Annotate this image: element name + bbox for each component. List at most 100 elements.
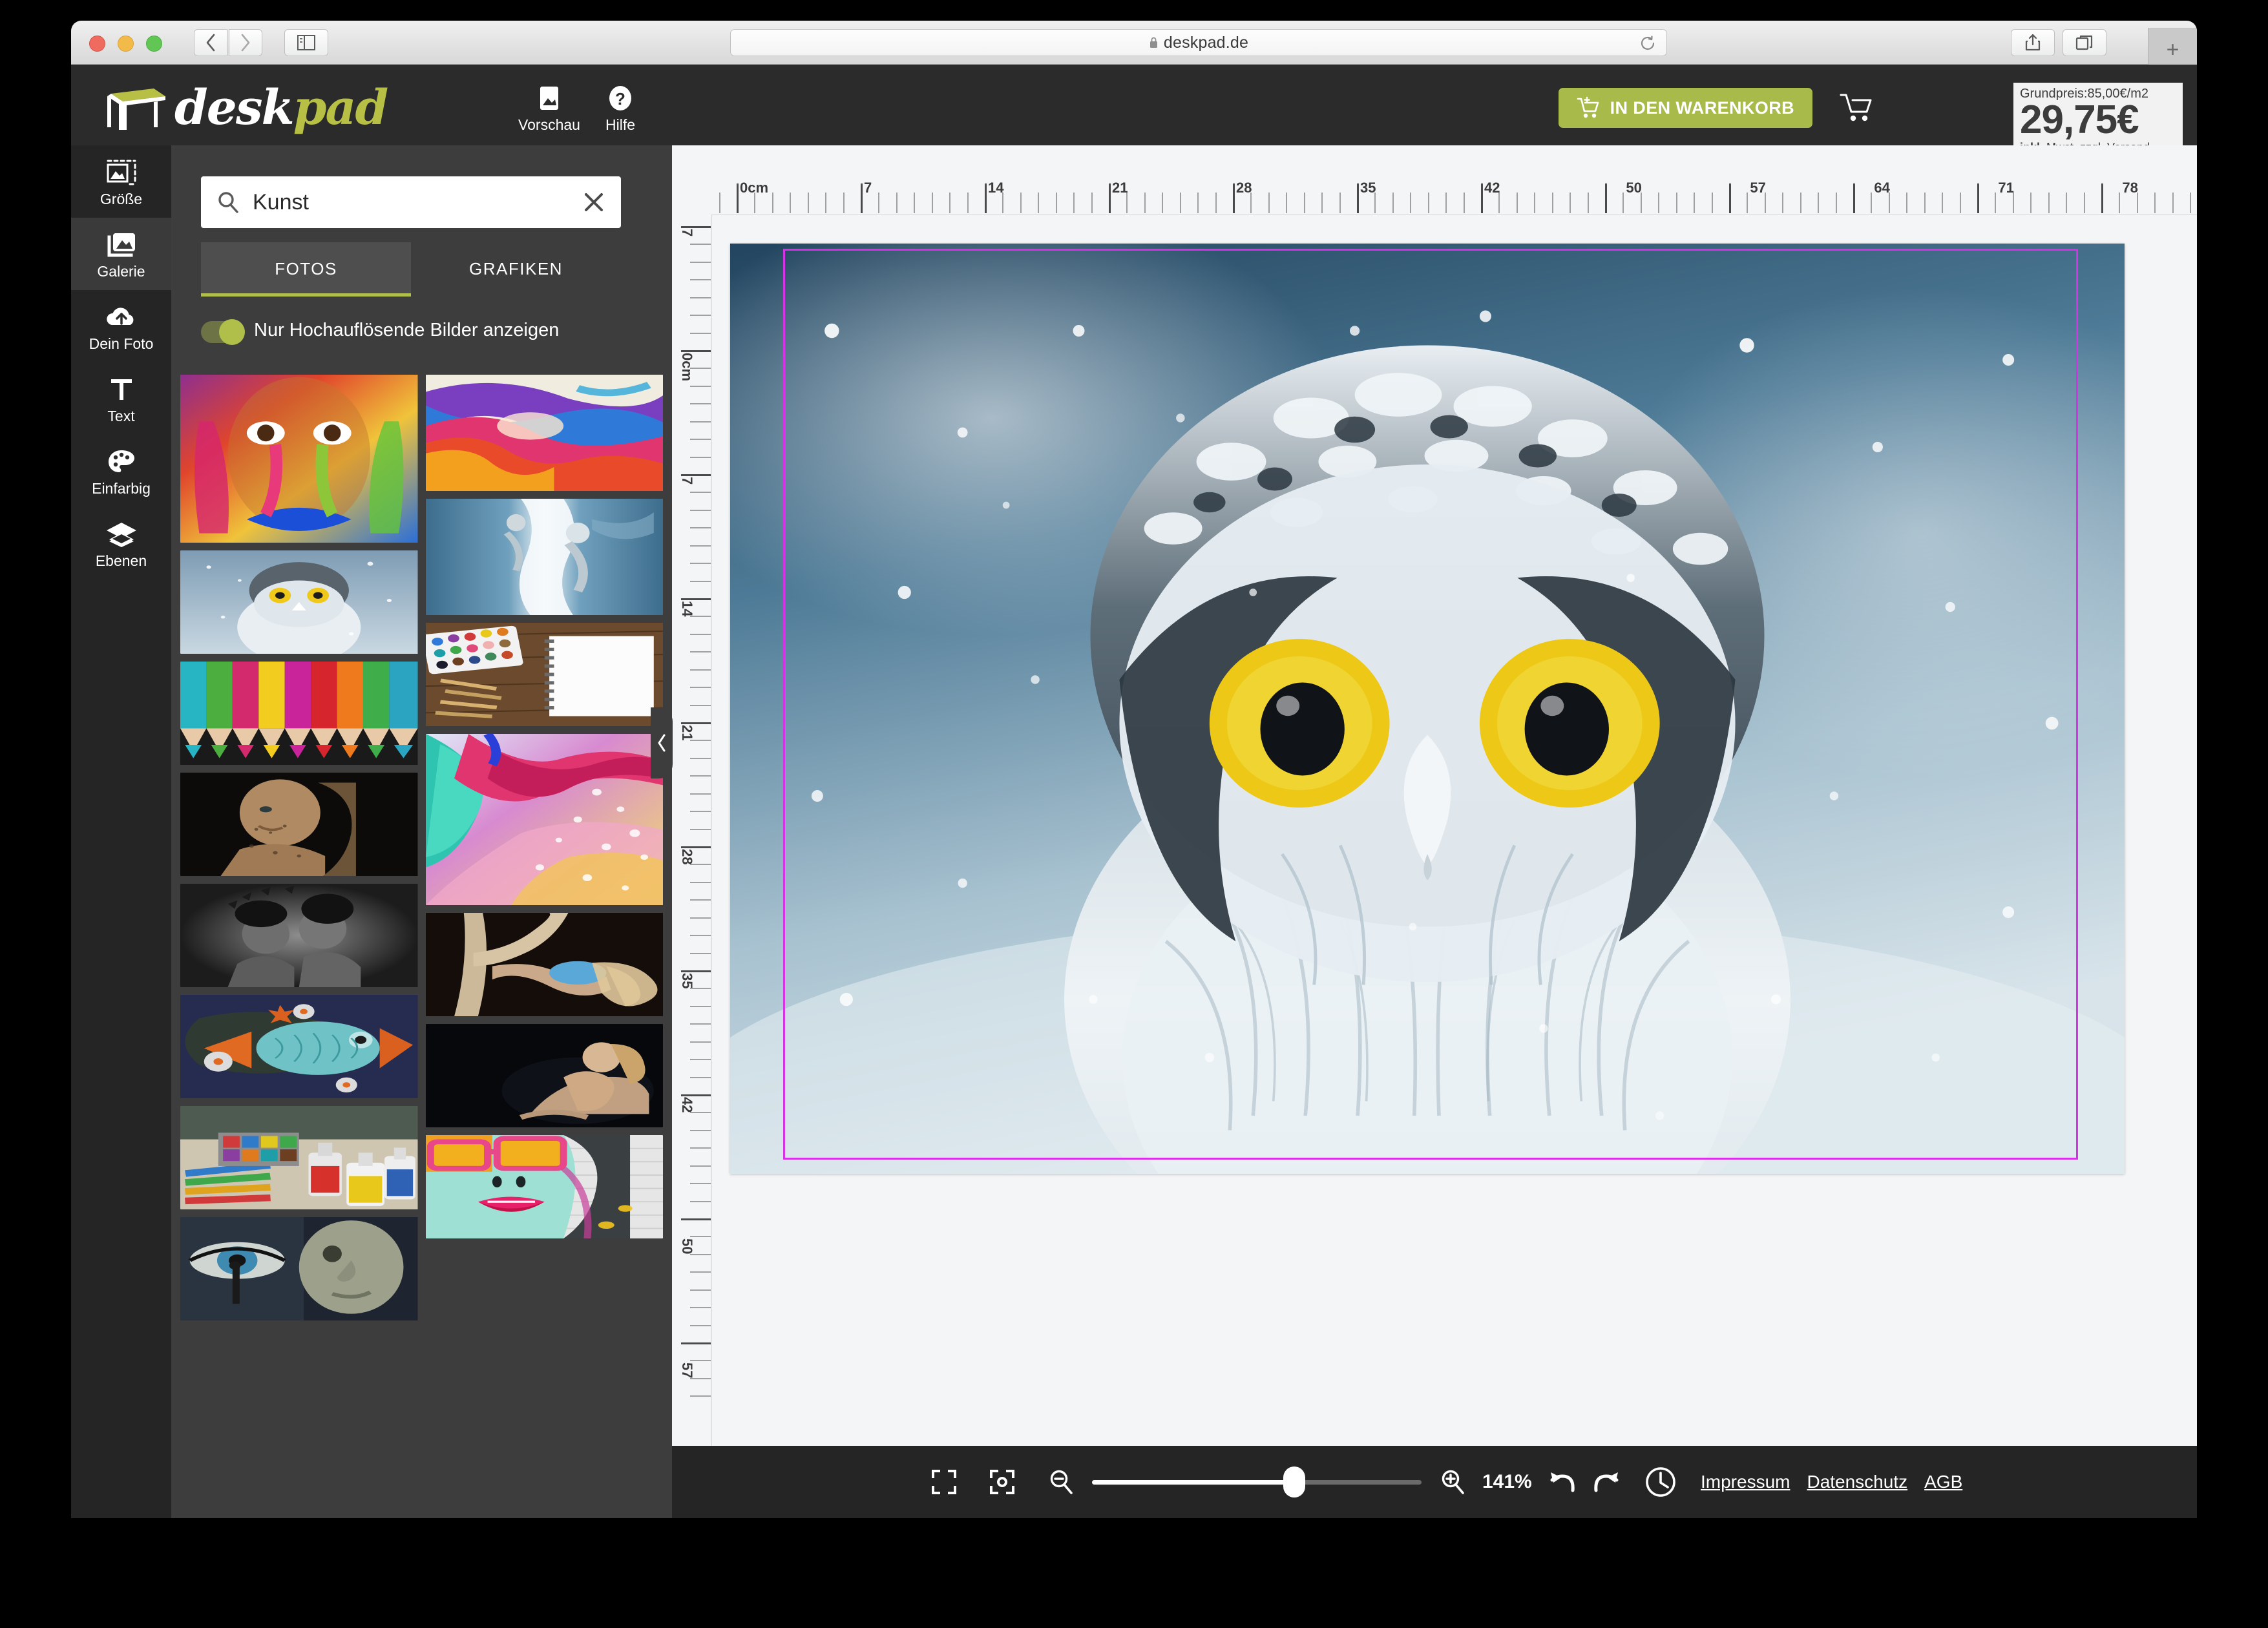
minimize-window-button[interactable] xyxy=(118,36,134,52)
thumbnail-snowy-owl[interactable] xyxy=(180,550,418,654)
tab-label: GRAFIKEN xyxy=(469,259,563,278)
thumbnail-colorful-painted-face[interactable] xyxy=(180,375,418,543)
gallery-thumbnail-grid[interactable] xyxy=(171,375,672,1518)
ruler-tick xyxy=(681,350,711,352)
ruler-tick xyxy=(690,457,711,458)
maximize-window-button[interactable] xyxy=(146,36,162,52)
undo-button[interactable] xyxy=(1547,1468,1578,1496)
redo-button[interactable] xyxy=(1591,1468,1622,1496)
thumbnail-aerial-silk-dancer[interactable] xyxy=(426,913,664,1016)
browser-address-bar[interactable]: deskpad.de xyxy=(730,29,1667,56)
ruler-tick xyxy=(896,193,898,213)
sidebar-item-text[interactable]: Text xyxy=(71,362,171,435)
design-canvas[interactable] xyxy=(730,244,2125,1174)
thumbnail-freckled-woman-portrait[interactable] xyxy=(180,773,418,876)
close-x-icon[interactable] xyxy=(581,189,607,215)
close-window-button[interactable] xyxy=(89,36,105,52)
ruler-tick xyxy=(690,1201,711,1202)
history-button[interactable] xyxy=(1644,1465,1677,1499)
app-body: Größe Galerie xyxy=(71,145,2197,1518)
preview-button[interactable]: Vorschau xyxy=(510,83,588,134)
ruler-tick xyxy=(1534,193,1535,213)
ruler-tick xyxy=(690,1077,711,1078)
search-bar[interactable]: Kunst xyxy=(201,176,621,228)
ruler-tick xyxy=(681,598,711,600)
thumbnail-kneeling-figure-dark[interactable] xyxy=(426,1024,664,1127)
sidebar-item-groesse[interactable]: Größe xyxy=(71,145,171,218)
thumbnail-art-supplies-paint-bottles[interactable] xyxy=(180,1106,418,1209)
browser-new-tab-button[interactable]: + xyxy=(2148,28,2197,65)
search-input[interactable]: Kunst xyxy=(253,190,581,215)
ruler-tick xyxy=(1552,193,1553,213)
ruler-tick xyxy=(1694,193,1695,213)
browser-sidebar-button[interactable] xyxy=(284,29,328,56)
ruler-tick xyxy=(2084,193,2085,213)
ruler-tick xyxy=(1144,193,1146,213)
ruler-tick xyxy=(1782,193,1783,213)
zoom-out-icon xyxy=(1047,1468,1075,1496)
gallery-tabs: FOTOS GRAFIKEN xyxy=(201,242,621,297)
ruler-tick xyxy=(1517,193,1518,213)
zoom-out-button[interactable] xyxy=(1047,1468,1075,1496)
fit-to-screen-button[interactable] xyxy=(930,1468,958,1496)
thumbnail-colored-pencils[interactable] xyxy=(180,662,418,765)
address-bar-url: deskpad.de xyxy=(1164,34,1248,52)
browser-share-button[interactable] xyxy=(2011,29,2055,56)
ruler-tick xyxy=(690,1041,711,1043)
ruler-tick xyxy=(790,193,791,213)
new-tab-label: + xyxy=(2167,39,2179,61)
ruler-tick xyxy=(690,705,711,706)
browser-reload-button[interactable] xyxy=(1639,35,1656,52)
ruler-tick xyxy=(690,1183,711,1184)
ruler-tick xyxy=(1800,193,1801,213)
zoom-slider[interactable] xyxy=(1092,1470,1422,1494)
thumbnail-two-people-hair-birds[interactable] xyxy=(180,884,418,987)
color-palette-icon xyxy=(106,445,137,479)
ruler-tick xyxy=(681,474,711,476)
image-preview-icon xyxy=(510,83,588,116)
ruler-label: 35 xyxy=(1360,180,1376,196)
browser-forward-button[interactable] xyxy=(229,29,262,56)
help-button[interactable]: ? Hilfe xyxy=(582,83,659,134)
ruler-label: 57 xyxy=(678,1362,695,1378)
ruler-tick xyxy=(1428,193,1429,213)
ruler-tick xyxy=(690,935,711,936)
sidebar-item-dein-foto[interactable]: Dein Foto xyxy=(71,290,171,362)
link-impressum[interactable]: Impressum xyxy=(1701,1472,1790,1492)
sidebar-item-label: Ebenen xyxy=(96,552,147,570)
add-to-cart-button[interactable]: IN DEN WARENKORB xyxy=(1559,88,1812,128)
sidebar-item-ebenen[interactable]: Ebenen xyxy=(71,507,171,579)
thumbnail-alcohol-ink-abstract[interactable] xyxy=(426,734,664,905)
ruler-tick xyxy=(1073,193,1075,213)
ruler-tick xyxy=(1286,193,1287,213)
tab-grafiken[interactable]: GRAFIKEN xyxy=(411,242,621,297)
link-agb[interactable]: AGB xyxy=(1924,1472,1962,1492)
thumbnail-graffiti-sunglasses-face[interactable] xyxy=(426,1135,664,1238)
thumbnail-ornamental-fish-mosaic[interactable] xyxy=(180,995,418,1098)
hires-toggle[interactable] xyxy=(201,321,244,343)
sidebar-item-label: Text xyxy=(107,408,134,425)
deskpad-logo[interactable]: deskpad xyxy=(103,80,387,136)
browser-tabs-button[interactable] xyxy=(2063,29,2106,56)
link-datenschutz[interactable]: Datenschutz xyxy=(1807,1472,1907,1492)
sidebar-item-einfarbig[interactable]: Einfarbig xyxy=(71,435,171,507)
thumbnail-underwater-dancers[interactable] xyxy=(426,499,664,615)
thumbnail-eye-and-sculpture-face[interactable] xyxy=(180,1217,418,1320)
zoom-slider-handle[interactable] xyxy=(1283,1466,1305,1498)
sidebar-item-galerie[interactable]: Galerie xyxy=(71,218,171,290)
canvas-area[interactable] xyxy=(712,214,2197,1446)
zoom-in-button[interactable] xyxy=(1438,1468,1467,1496)
shopping-cart-icon[interactable] xyxy=(1839,92,1874,124)
thumbnail-abstract-paint-splash[interactable] xyxy=(426,375,664,491)
ruler-label: 7 xyxy=(678,477,695,485)
browser-back-button[interactable] xyxy=(194,29,227,56)
ruler-label: 7 xyxy=(864,180,872,196)
zoom-level-value: 141% xyxy=(1482,1471,1546,1493)
undo-icon xyxy=(1547,1468,1578,1496)
lock-icon xyxy=(1149,36,1159,49)
canvas-image-snowy-owl[interactable] xyxy=(730,244,2125,1174)
panel-collapse-button[interactable] xyxy=(651,707,673,778)
tab-fotos[interactable]: FOTOS xyxy=(201,242,411,297)
center-object-button[interactable] xyxy=(989,1468,1016,1496)
thumbnail-watercolor-set-notebook[interactable] xyxy=(426,623,664,726)
